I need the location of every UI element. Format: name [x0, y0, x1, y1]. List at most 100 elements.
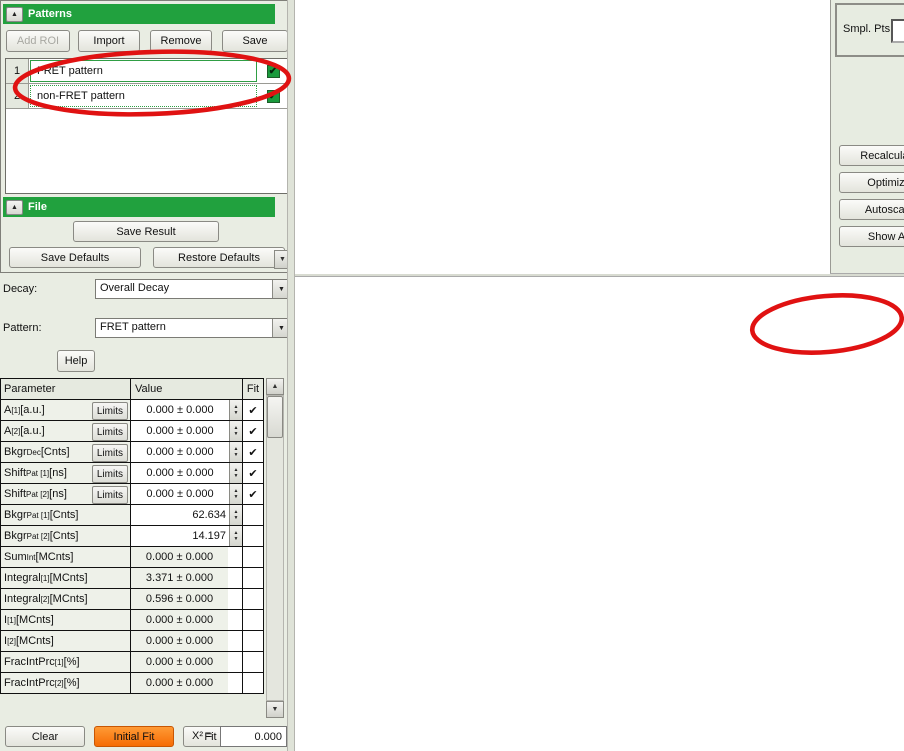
fit-checkbox[interactable]	[243, 610, 264, 631]
table-row: BkgrPat [2] [Cnts]14.197▲▼	[1, 526, 264, 547]
value-spinner-icon[interactable]: ▲▼	[229, 484, 242, 504]
table-scroll-up-icon[interactable]: ▲	[266, 378, 284, 395]
initial-fit-button[interactable]: Initial Fit	[94, 726, 174, 747]
file-panel-title: File	[28, 201, 47, 213]
table-scroll-down-icon[interactable]: ▼	[266, 701, 284, 718]
value-strip	[228, 589, 242, 609]
parameter-value[interactable]: 0.000 ± 0.000	[131, 484, 229, 504]
value-strip	[228, 610, 242, 630]
save-button[interactable]: Save	[222, 30, 288, 52]
pattern-row-index: 2	[6, 84, 29, 108]
value-spinner-icon[interactable]: ▲▼	[229, 442, 242, 462]
pattern-list-row[interactable]: 1FRET pattern✔	[6, 59, 288, 84]
fit-checkbox[interactable]: ✔	[243, 400, 264, 421]
decay-label: Decay:	[3, 283, 37, 295]
fit-checkbox[interactable]	[243, 652, 264, 673]
parameter-value[interactable]: 0.000 ± 0.000	[131, 442, 229, 462]
sample-points-label: Smpl. Pts.:	[843, 23, 896, 35]
parameter-value[interactable]: 14.197	[131, 526, 229, 546]
parameter-value: 0.000 ± 0.000	[131, 610, 228, 630]
restore-defaults-button[interactable]: Restore Defaults	[153, 247, 285, 268]
parameter-value[interactable]: 0.000 ± 0.000	[131, 463, 229, 483]
flim-map-plots[interactable]	[295, 0, 830, 274]
show-all-button[interactable]: Show All	[839, 226, 904, 247]
patterns-file-panel: ▲ Patterns Add ROIImportRemoveSave 1FRET…	[0, 0, 294, 273]
add-roi-button: Add ROI	[6, 30, 70, 52]
pattern-list-row[interactable]: 2non-FRET pattern ✔	[6, 84, 288, 109]
table-row: FracIntPrc[1] [%]0.000 ± 0.000	[1, 652, 264, 673]
parameter-name: ShiftPat [2] [ns]Limits	[1, 484, 131, 505]
fit-checkbox[interactable]	[243, 673, 264, 694]
optimize-button[interactable]: Optimize	[839, 172, 904, 193]
pattern-enabled-checkbox[interactable]: ✔	[267, 90, 280, 103]
parameter-value: 0.000 ± 0.000	[131, 673, 228, 693]
table-header-value: Value	[131, 379, 243, 400]
limits-button[interactable]: Limits	[92, 444, 128, 462]
pattern-enabled-checkbox[interactable]: ✔	[267, 65, 280, 78]
parameter-value: 0.000 ± 0.000	[131, 631, 228, 651]
table-row: A[2] [a.u.]Limits0.000 ± 0.000▲▼✔	[1, 421, 264, 442]
pattern-name-field[interactable]: FRET pattern	[30, 60, 257, 82]
fit-checkbox[interactable]: ✔	[243, 463, 264, 484]
table-row: Integral[1] [MCnts]3.371 ± 0.000	[1, 568, 264, 589]
clear-button[interactable]: Clear	[5, 726, 85, 747]
limits-button[interactable]: Limits	[92, 402, 128, 420]
value-strip	[228, 652, 242, 672]
patterns-panel-title: Patterns	[28, 8, 72, 20]
pattern-select[interactable]: FRET pattern ▼	[95, 318, 291, 338]
fit-checkbox[interactable]	[243, 589, 264, 610]
sample-points-input[interactable]	[891, 19, 904, 43]
fit-checkbox[interactable]: ✔	[243, 442, 264, 463]
vertical-splitter[interactable]	[287, 0, 295, 751]
decay-select[interactable]: Overall Decay ▼	[95, 279, 291, 299]
fit-checkbox[interactable]	[243, 547, 264, 568]
save-defaults-button[interactable]: Save Defaults	[9, 247, 141, 268]
parameter-name: A[1] [a.u.]Limits	[1, 400, 131, 421]
parameter-value: 3.371 ± 0.000	[131, 568, 228, 588]
limits-button[interactable]: Limits	[92, 486, 128, 504]
limits-button[interactable]: Limits	[92, 423, 128, 441]
value-spinner-icon[interactable]: ▲▼	[229, 463, 242, 483]
save-result-button[interactable]: Save Result	[73, 221, 219, 242]
value-spinner-icon[interactable]: ▲▼	[229, 526, 242, 546]
pattern-label: Pattern:	[3, 322, 42, 334]
parameter-name: I[1] [MCnts]	[1, 610, 131, 631]
table-row: Integral[2] [MCnts]0.596 ± 0.000	[1, 589, 264, 610]
parameter-name: ShiftPat [1] [ns]Limits	[1, 463, 131, 484]
collapse-file-icon[interactable]: ▲	[6, 200, 23, 215]
table-scrollbar[interactable]	[266, 395, 284, 701]
value-strip	[228, 673, 242, 693]
value-spinner-icon[interactable]: ▲▼	[229, 505, 242, 525]
fit-checkbox[interactable]	[243, 568, 264, 589]
fit-checkbox[interactable]	[243, 631, 264, 652]
value-spinner-icon[interactable]: ▲▼	[229, 400, 242, 420]
autoscale-button[interactable]: Autoscale	[839, 199, 904, 220]
recalculate-button[interactable]: Recalculate	[839, 145, 904, 166]
sample-points-panel: Smpl. Pts.: Recalculate Optimize Autoscale…	[830, 0, 904, 273]
table-row: I[2] [MCnts]0.000 ± 0.000	[1, 631, 264, 652]
import-button[interactable]: Import	[78, 30, 140, 52]
pattern-name-field[interactable]: non-FRET pattern	[30, 85, 257, 107]
parameter-name: BkgrDec [Cnts]Limits	[1, 442, 131, 463]
patterns-decay-chart[interactable]	[295, 277, 904, 751]
parameter-name: Integral[2] [MCnts]	[1, 589, 131, 610]
fit-checkbox[interactable]	[243, 526, 264, 547]
parameter-value: 0.596 ± 0.000	[131, 589, 228, 609]
help-button[interactable]: Help	[57, 350, 95, 372]
fit-checkbox[interactable]: ✔	[243, 421, 264, 442]
remove-button[interactable]: Remove	[150, 30, 212, 52]
fit-checkbox[interactable]	[243, 505, 264, 526]
parameter-value[interactable]: 0.000 ± 0.000	[131, 421, 229, 441]
parameter-value[interactable]: 0.000 ± 0.000	[131, 400, 229, 420]
table-scrollbar-thumb[interactable]	[267, 396, 283, 438]
collapse-patterns-icon[interactable]: ▲	[6, 7, 23, 22]
pattern-list: 1FRET pattern✔2non-FRET pattern✔	[5, 58, 289, 194]
value-spinner-icon[interactable]: ▲▼	[229, 421, 242, 441]
fit-checkbox[interactable]: ✔	[243, 484, 264, 505]
limits-button[interactable]: Limits	[92, 465, 128, 483]
decay-select-value: Overall Decay	[96, 280, 272, 298]
table-row: BkgrDec [Cnts]Limits0.000 ± 0.000▲▼✔	[1, 442, 264, 463]
parameter-value[interactable]: 62.634	[131, 505, 229, 525]
parameter-value: 0.000 ± 0.000	[131, 652, 228, 672]
symphotime-pattern-fit-window: { "colors": { "header_green": "#21a13e",…	[0, 0, 904, 751]
